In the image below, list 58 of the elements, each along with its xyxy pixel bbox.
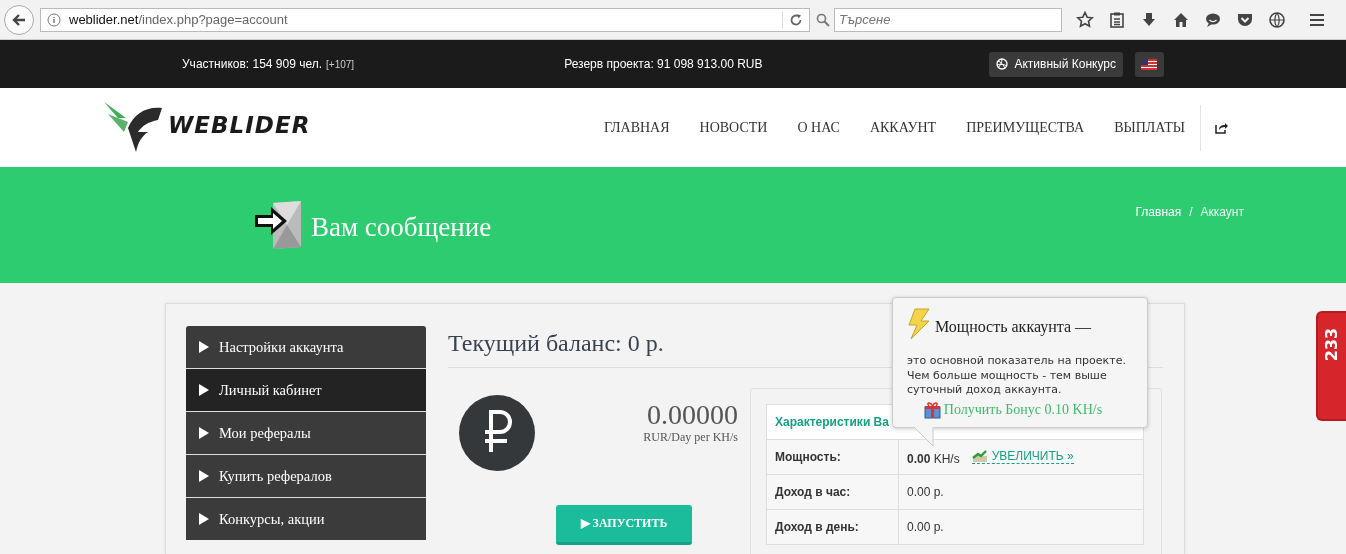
share-icon[interactable] (1215, 121, 1228, 134)
sidebar-item[interactable]: Купить рефералов (186, 455, 426, 497)
back-button[interactable] (4, 4, 34, 35)
triangle-icon (199, 341, 209, 353)
stats-heading: Характеристики Ва (775, 415, 889, 429)
page-title: Вам сообщение (311, 211, 492, 243)
search-field[interactable]: Търсене (834, 7, 1062, 32)
members-count: Участников: 154 909 чел. (182, 57, 323, 71)
search-icon (816, 12, 830, 27)
breadcrumb-current: Аккаунт (1200, 205, 1244, 219)
table-cell: 0.00 р. (898, 474, 1144, 510)
nav-link[interactable]: АККАУНТ (854, 119, 952, 136)
breadcrumb-separator: / (1189, 205, 1193, 219)
language-button[interactable] (1134, 51, 1164, 77)
logo-text: WEBLIDER (168, 111, 311, 138)
ruble-icon (458, 394, 536, 472)
table-cell: Доход в день: (766, 509, 899, 545)
triangle-icon (199, 470, 209, 482)
nav-link[interactable]: ВЫПЛАТЫ (1099, 119, 1200, 136)
address-field[interactable]: weblider.net/index.php?page=account (69, 12, 288, 27)
table-cell: Доход в час: (766, 474, 899, 510)
members-delta: [+107] (326, 58, 355, 70)
tooltip-text: это основной показатель на проекте. Чем больше мощность - тем выше суточный доход аккаунта. (907, 354, 1127, 398)
nav-link[interactable]: ПРЕИМУЩЕСТВА (951, 119, 1100, 136)
sidebar-item[interactable]: Конкурсы, акции (186, 498, 426, 540)
side-badge[interactable]: 233 (1316, 311, 1346, 421)
sidebar-item[interactable]: Мои рефералы (186, 412, 426, 454)
balance-title: Текущий баланс: 0 р. (448, 330, 664, 357)
rate-value: 0.00000 (647, 400, 738, 430)
reload-icon[interactable] (789, 12, 803, 27)
triangle-icon (199, 513, 209, 525)
home-icon[interactable] (1172, 10, 1190, 29)
nav-link[interactable]: НОВОСТИ (684, 119, 783, 136)
chart-up-icon (971, 448, 988, 463)
flag-icon (1141, 58, 1158, 70)
clipboard-icon[interactable] (1108, 10, 1126, 29)
ball-icon (996, 58, 1009, 70)
power-value: 0.00 KH/s (907, 451, 960, 466)
triangle-icon (199, 384, 209, 396)
sidebar-item[interactable]: Личный кабинет (186, 369, 426, 411)
triangle-icon (199, 427, 209, 439)
tooltip-title: Мощность аккаунта — (935, 318, 1092, 336)
envelope-arrow-icon (253, 201, 303, 249)
table-cell: 0.00 р. (898, 509, 1144, 545)
globe-icon[interactable] (1268, 10, 1286, 29)
reserve-amount: Резерв проекта: 91 098 913.00 RUB (564, 57, 763, 71)
rate-unit: RUR/Day per KH/s (643, 430, 738, 445)
lightning-icon (907, 308, 931, 340)
nav-link[interactable]: О НАС (782, 119, 855, 136)
nav-link[interactable]: ГЛАВНАЯ (589, 119, 685, 136)
info-icon[interactable] (47, 12, 61, 27)
logo-icon (104, 101, 164, 154)
gift-icon (923, 400, 941, 419)
contest-button[interactable]: Активный Конкурс (989, 51, 1123, 77)
back-arrow-icon (11, 11, 27, 28)
sidebar-item[interactable]: Настройки аккаунта (186, 326, 426, 368)
star-icon[interactable] (1076, 10, 1094, 29)
table-cell: Мощность: (766, 439, 899, 475)
